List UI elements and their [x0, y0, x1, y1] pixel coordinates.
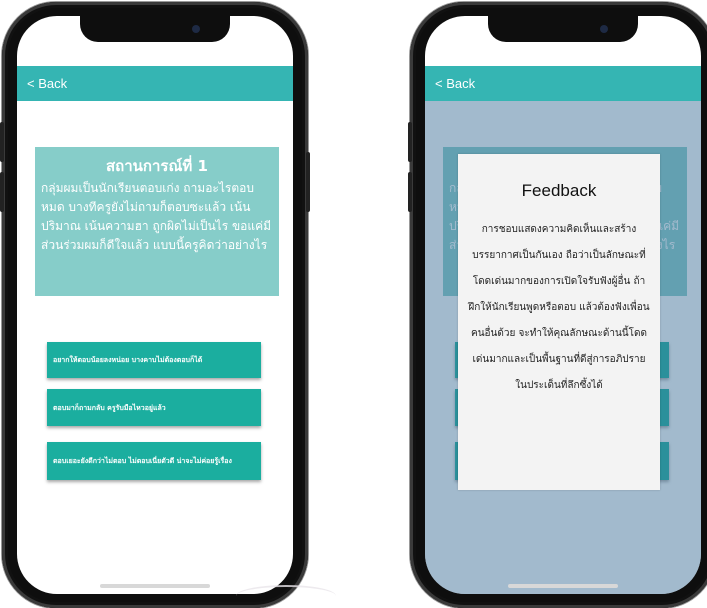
phone-notch — [488, 16, 638, 42]
phone-right: < Back สถานการณ์ที่ 1 กลุ่มผมเป็นนักเรีย… — [408, 2, 707, 608]
back-button[interactable]: < Back — [27, 76, 67, 91]
phone-side-button — [0, 172, 4, 212]
option-button-3[interactable]: ตอบเยอะยังดีกว่าไม่ตอบ ไม่ตอบเนี่ยตัวดี … — [47, 442, 261, 480]
nav-bar: < Back — [17, 66, 293, 101]
camera-icon — [600, 25, 608, 33]
watermark-seal — [236, 585, 336, 607]
option-label: อยากให้ตอบน้อยลงหน่อย บางคาบไม่ต้องตอบก็… — [53, 356, 203, 364]
option-label: ตอบเยอะยังดีกว่าไม่ตอบ ไม่ตอบเนี่ยตัวดี … — [53, 457, 232, 465]
option-button-1[interactable]: อยากให้ตอบน้อยลงหน่อย บางคาบไม่ต้องตอบก็… — [47, 342, 261, 378]
app-screen-right: < Back สถานการณ์ที่ 1 กลุ่มผมเป็นนักเรีย… — [425, 16, 701, 594]
phone-notch — [80, 16, 230, 42]
app-screen-left: < Back สถานการณ์ที่ 1 กลุ่มผมเป็นนักเรีย… — [17, 16, 293, 594]
feedback-text: การชอบแสดงความคิดเห็นและสร้างบรรยากาศเป็… — [468, 224, 650, 391]
back-button[interactable]: < Back — [435, 76, 475, 91]
option-button-2[interactable]: ตอบมาก็ถามกลับ ครูรับมือไหวอยู่แล้ว — [47, 389, 261, 426]
home-indicator — [100, 584, 210, 588]
phone-side-button — [0, 122, 4, 162]
phone-side-button — [408, 122, 412, 162]
camera-icon — [192, 25, 200, 33]
option-label: ตอบมาก็ถามกลับ ครูรับมือไหวอยู่แล้ว — [53, 403, 166, 412]
scenario-title: สถานการณ์ที่ 1 — [106, 157, 208, 175]
phone-left: < Back สถานการณ์ที่ 1 กลุ่มผมเป็นนักเรีย… — [0, 2, 310, 608]
phone-side-button — [306, 152, 310, 212]
feedback-modal: Feedback การชอบแสดงความคิดเห็นและสร้างบร… — [458, 154, 660, 490]
phone-side-button — [408, 172, 412, 212]
nav-bar: < Back — [425, 66, 701, 101]
scenario-text: กลุ่มผมเป็นนักเรียนตอบเก่ง ถามอะไรตอบหมด… — [41, 181, 272, 252]
home-indicator — [508, 584, 618, 588]
scenario-card: สถานการณ์ที่ 1 กลุ่มผมเป็นนักเรียนตอบเก่… — [35, 147, 279, 296]
feedback-title: Feedback — [521, 181, 597, 200]
